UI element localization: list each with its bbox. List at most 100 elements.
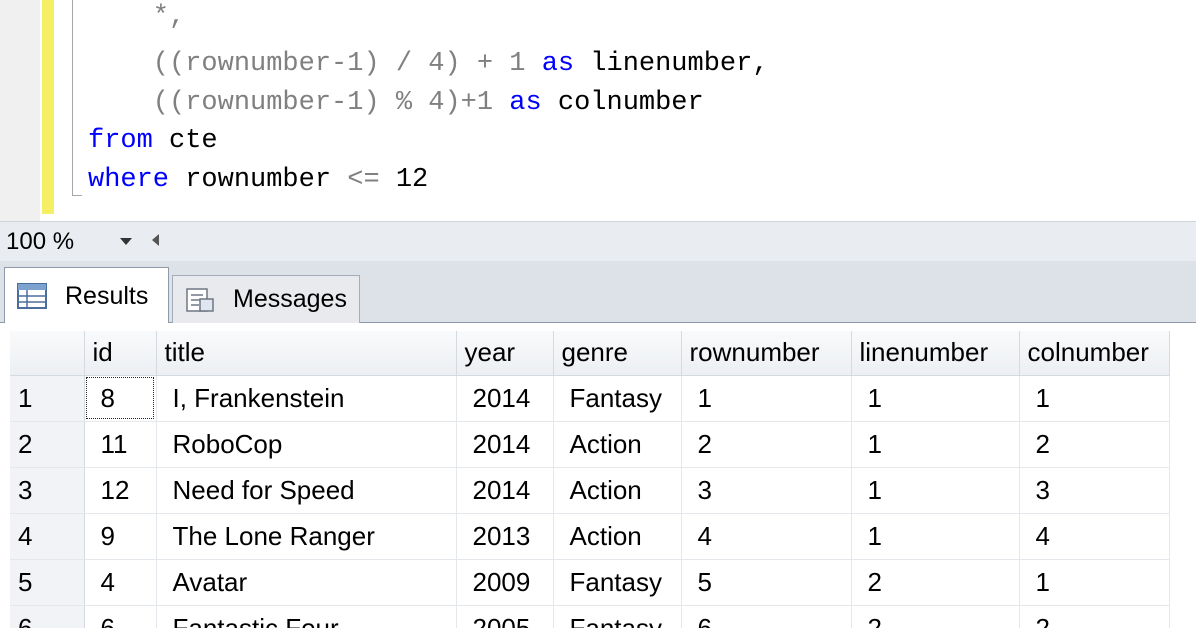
cell-rownumber[interactable]: 1	[681, 375, 852, 422]
cell-year[interactable]: 2014	[456, 375, 554, 422]
code-line: from cte	[88, 122, 218, 160]
sql-token: ((rownumber-1) / 4) + 1	[88, 49, 542, 79]
table-row[interactable]: 2 11 RoboCop 2014 Action 2 1 2	[10, 421, 1170, 468]
zoom-value: 100 %	[6, 228, 75, 255]
cell-colnumber[interactable]: 1	[1019, 375, 1170, 422]
cell-genre[interactable]: Fantasy	[553, 605, 682, 628]
cell-linenumber[interactable]: 1	[851, 513, 1020, 560]
results-grid[interactable]: id title year genre rownumber linenumber…	[0, 323, 1196, 628]
corner-header[interactable]	[10, 331, 85, 376]
column-header-genre[interactable]: genre	[553, 331, 682, 376]
cell-rownumber[interactable]: 4	[681, 513, 852, 560]
cell-colnumber[interactable]: 2	[1019, 605, 1170, 628]
cell-title[interactable]: The Lone Ranger	[156, 513, 457, 560]
results-table: id title year genre rownumber linenumber…	[10, 331, 1170, 628]
sql-token: cte	[152, 126, 218, 156]
code-line: ((rownumber-1) % 4)+1 as colnumber	[88, 84, 704, 122]
cell-title[interactable]: RoboCop	[156, 421, 457, 468]
header-row: id title year genre rownumber linenumber…	[10, 331, 1170, 376]
sql-keyword: as	[509, 88, 542, 118]
cell-colnumber[interactable]: 2	[1019, 421, 1170, 468]
cell-genre[interactable]: Action	[553, 513, 682, 560]
row-number[interactable]: 4	[10, 513, 85, 560]
cell-id[interactable]: 12	[84, 467, 157, 514]
cell-linenumber[interactable]: 2	[851, 559, 1020, 606]
cell-rownumber[interactable]: 5	[681, 559, 852, 606]
cell-rownumber[interactable]: 2	[681, 421, 852, 468]
column-header-year[interactable]: year	[456, 331, 554, 376]
sql-token: *,	[88, 2, 186, 32]
table-row[interactable]: 1 8 I, Frankenstein 2014 Fantasy 1 1 1	[10, 375, 1170, 422]
chevron-down-icon	[120, 238, 132, 245]
tab-results-label: Results	[65, 281, 149, 310]
cell-year[interactable]: 2005	[456, 605, 554, 628]
code-line: where rownumber <= 12	[88, 161, 428, 199]
messages-icon	[186, 287, 214, 312]
cell-year[interactable]: 2009	[456, 559, 554, 606]
column-header-title[interactable]: title	[156, 331, 457, 376]
sql-token: 12	[379, 165, 429, 195]
sql-token: linenumber,	[574, 49, 769, 79]
cell-genre[interactable]: Action	[553, 467, 682, 514]
row-number[interactable]: 5	[10, 559, 85, 606]
cell-id[interactable]: 11	[84, 421, 157, 468]
table-row[interactable]: 4 9 The Lone Ranger 2013 Action 4 1 4	[10, 513, 1170, 560]
zoom-dropdown[interactable]: 100 %	[2, 227, 140, 257]
cell-rownumber[interactable]: 6	[681, 605, 852, 628]
row-number[interactable]: 1	[10, 375, 85, 422]
cell-id[interactable]: 6	[84, 605, 157, 628]
cell-linenumber[interactable]: 1	[851, 421, 1020, 468]
editor-margin	[0, 0, 40, 221]
cell-linenumber[interactable]: 1	[851, 467, 1020, 514]
scroll-left-icon[interactable]	[152, 234, 159, 246]
sql-token: ((rownumber-1) % 4)+1	[88, 88, 510, 118]
cell-genre[interactable]: Fantasy	[553, 375, 682, 422]
tab-messages-label: Messages	[233, 285, 347, 313]
sql-keyword: where	[88, 165, 170, 195]
sql-token: colnumber	[541, 88, 704, 118]
cell-year[interactable]: 2013	[456, 513, 554, 560]
change-tracking-bar	[42, 0, 54, 214]
cell-id[interactable]: 9	[84, 513, 157, 560]
cell-genre[interactable]: Action	[553, 421, 682, 468]
cell-year[interactable]: 2014	[456, 421, 554, 468]
cell-linenumber[interactable]: 1	[851, 375, 1020, 422]
cell-colnumber[interactable]: 4	[1019, 513, 1170, 560]
cell-title[interactable]: Avatar	[156, 559, 457, 606]
cell-genre[interactable]: Fantasy	[553, 559, 682, 606]
tab-results[interactable]: Results	[4, 267, 169, 324]
editor-status-bar: 100 %	[0, 221, 1196, 261]
sql-token: <=	[347, 165, 380, 195]
outline-line	[72, 0, 73, 196]
cell-id[interactable]: 8	[84, 375, 157, 422]
column-header-linenumber[interactable]: linenumber	[851, 331, 1020, 376]
cell-title[interactable]: Need for Speed	[156, 467, 457, 514]
cell-linenumber[interactable]: 2	[851, 605, 1020, 628]
table-row[interactable]: 5 4 Avatar 2009 Fantasy 5 2 1	[10, 559, 1170, 606]
table-row[interactable]: 6 6 Fantastic Four 2005 Fantasy 6 2 2	[10, 605, 1170, 628]
column-header-id[interactable]: id	[84, 331, 157, 376]
sql-keyword: from	[88, 126, 153, 156]
grid-icon	[17, 283, 47, 309]
outline-tick	[72, 195, 82, 196]
row-number[interactable]: 3	[10, 467, 85, 514]
sql-keyword: as	[541, 49, 575, 79]
sql-editor[interactable]: *, ((rownumber-1) / 4) + 1 as linenumber…	[0, 0, 1196, 221]
results-tabstrip: Results Messages	[0, 261, 1196, 324]
cell-year[interactable]: 2014	[456, 467, 554, 514]
cell-colnumber[interactable]: 3	[1019, 467, 1170, 514]
sql-token: rownumber	[169, 165, 348, 195]
cell-rownumber[interactable]: 3	[681, 467, 852, 514]
row-number[interactable]: 6	[10, 605, 85, 628]
code-line: *,	[88, 0, 185, 36]
tab-messages[interactable]: Messages	[172, 275, 360, 323]
table-row[interactable]: 3 12 Need for Speed 2014 Action 3 1 3	[10, 467, 1170, 514]
column-header-rownumber[interactable]: rownumber	[681, 331, 852, 376]
code-line: ((rownumber-1) / 4) + 1 as linenumber,	[88, 45, 769, 83]
cell-title[interactable]: I, Frankenstein	[156, 375, 457, 422]
cell-id[interactable]: 4	[84, 559, 157, 606]
cell-colnumber[interactable]: 1	[1019, 559, 1170, 606]
cell-title[interactable]: Fantastic Four	[156, 605, 457, 628]
column-header-colnumber[interactable]: colnumber	[1019, 331, 1170, 376]
row-number[interactable]: 2	[10, 421, 85, 468]
